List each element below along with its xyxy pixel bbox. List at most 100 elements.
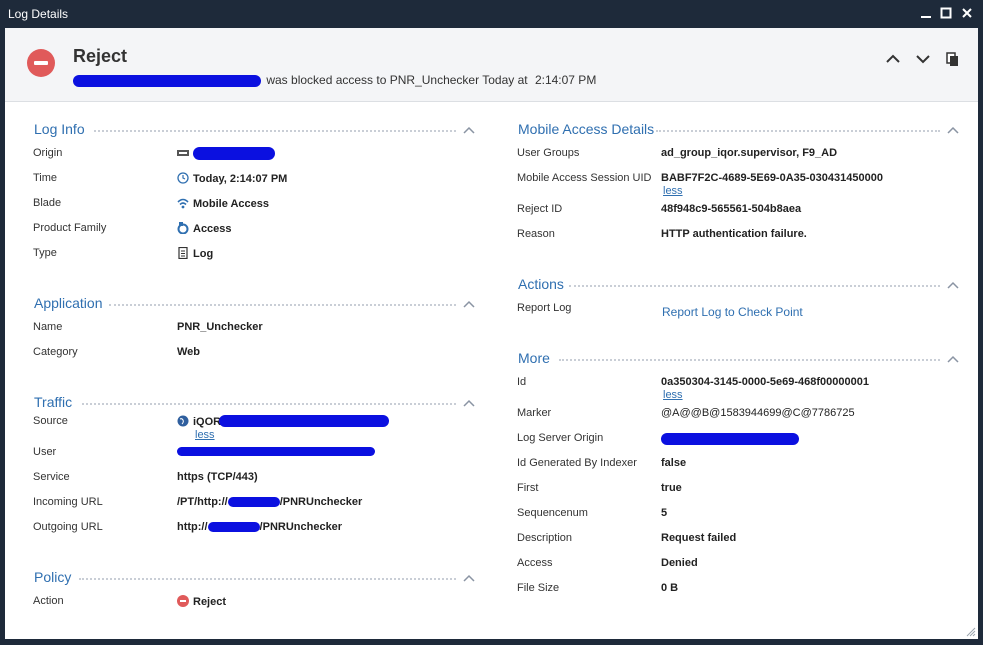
maximize-icon [940, 7, 952, 19]
divider [94, 130, 456, 132]
category-label: Category [33, 346, 78, 358]
log-summary-text: was blocked access to PNR_Unchecker Toda… [266, 73, 528, 87]
source-less-link[interactable]: less [195, 429, 215, 441]
description-label: Description [517, 532, 573, 544]
copy-button[interactable] [943, 49, 963, 69]
collapse-mobile-access-icon[interactable] [946, 125, 960, 135]
divider [559, 359, 940, 361]
chevron-down-icon [916, 55, 930, 64]
access-icon [177, 222, 189, 234]
app-name-value: PNR_Unchecker [177, 321, 263, 333]
collapse-application-icon[interactable] [462, 299, 476, 309]
window-titlebar: Log Details [0, 0, 983, 28]
blade-value: Mobile Access [177, 197, 269, 210]
next-log-button[interactable] [913, 49, 933, 69]
previous-log-button[interactable] [883, 49, 903, 69]
type-label: Type [33, 247, 57, 259]
divider [656, 130, 940, 132]
sequencenum-value: 5 [661, 507, 668, 519]
first-value: true [661, 482, 682, 494]
id-label: Id [517, 376, 527, 388]
type-value: Log [177, 247, 213, 260]
incoming-url-label: Incoming URL [33, 496, 103, 508]
action-label: Action [33, 595, 64, 607]
section-title-mobile-access: Mobile Access Details [518, 121, 655, 137]
incoming-url-value: /PT/http:///PNRUnchecker [177, 496, 363, 508]
page-title: Reject [73, 46, 128, 66]
chevron-up-icon [886, 54, 900, 63]
document-icon [178, 247, 188, 259]
app-name-label: Name [33, 321, 63, 333]
globe-icon [177, 415, 189, 427]
category-value: Web [177, 346, 201, 358]
divider [569, 285, 940, 287]
collapse-log-info-icon[interactable] [462, 125, 476, 135]
user-groups-label: User Groups [517, 147, 580, 159]
access-value: Denied [661, 557, 698, 569]
maximize-button[interactable] [936, 4, 956, 24]
redacted-source [219, 415, 389, 427]
redacted-host [207, 522, 260, 533]
reject-id-label: Reject ID [517, 203, 563, 215]
origin-value [177, 147, 193, 160]
copy-icon [946, 52, 958, 66]
marker-label: Marker [517, 407, 552, 419]
session-uid-value: BABF7F2C-4689-5E69-0A35-030431450000 [661, 172, 883, 184]
file-size-value: 0 B [661, 582, 679, 594]
clock-icon [177, 172, 189, 184]
close-button[interactable] [957, 4, 977, 24]
id-generated-label: Id Generated By Indexer [517, 457, 637, 469]
time-label: Time [33, 172, 58, 184]
id-value: 0a350304-3145-0000-5e69-468f00000001 [661, 376, 869, 388]
divider [109, 304, 456, 306]
reject-small-icon [177, 595, 189, 607]
user-label: User [33, 446, 57, 458]
file-size-label: File Size [517, 582, 560, 594]
origin-label: Origin [33, 147, 63, 159]
service-label: Service [33, 471, 70, 483]
window-title: Log Details [8, 7, 69, 21]
time-value: Today, 2:14:07 PM [177, 172, 287, 185]
section-title-actions: Actions [518, 276, 564, 292]
collapse-policy-icon[interactable] [462, 573, 476, 583]
wifi-icon [177, 198, 189, 209]
collapse-traffic-icon[interactable] [462, 398, 476, 408]
redacted-user [73, 74, 261, 87]
user-groups-value: ad_group_iqor.supervisor, F9_AD [661, 147, 838, 159]
blade-label: Blade [33, 197, 62, 209]
session-uid-less-link[interactable]: less [663, 185, 683, 197]
product-family-value: Access [177, 222, 232, 235]
source-label: Source [33, 415, 68, 427]
section-title-more: More [518, 350, 550, 366]
marker-value: @A@@B@1583944699@C@7786725 [661, 407, 855, 419]
log-details-window: Reject was blocked access to PNR_Uncheck… [5, 28, 978, 639]
resize-grip-icon[interactable] [966, 627, 976, 637]
log-summary: was blocked access to PNR_Unchecker Toda… [73, 73, 596, 87]
redacted-host [227, 497, 280, 508]
redacted-user-value [177, 447, 375, 456]
section-title-application: Application [34, 295, 103, 311]
minimize-button[interactable] [916, 4, 936, 24]
divider [82, 403, 456, 405]
id-generated-value: false [661, 457, 687, 469]
redacted-origin [193, 147, 275, 160]
redacted-log-server-origin [661, 433, 799, 445]
session-uid-label: Mobile Access Session UID [517, 172, 652, 184]
access-label: Access [517, 557, 553, 569]
report-log-label: Report Log [517, 302, 572, 314]
collapse-actions-icon[interactable] [946, 280, 960, 290]
log-header: Reject was blocked access to PNR_Uncheck… [5, 28, 978, 102]
divider [79, 578, 456, 580]
reject-icon [27, 49, 55, 77]
gateway-icon [177, 150, 189, 156]
outgoing-url-value: http:///PNRUnchecker [177, 521, 343, 533]
collapse-more-icon[interactable] [946, 354, 960, 364]
log-summary-time: 2:14:07 PM [534, 73, 597, 87]
id-less-link[interactable]: less [663, 389, 683, 401]
reason-label: Reason [517, 228, 555, 240]
first-label: First [517, 482, 539, 494]
report-log-link[interactable]: Report Log to Check Point [662, 305, 803, 319]
product-family-label: Product Family [33, 222, 107, 234]
close-icon [962, 8, 972, 18]
log-server-origin-label: Log Server Origin [517, 432, 604, 444]
